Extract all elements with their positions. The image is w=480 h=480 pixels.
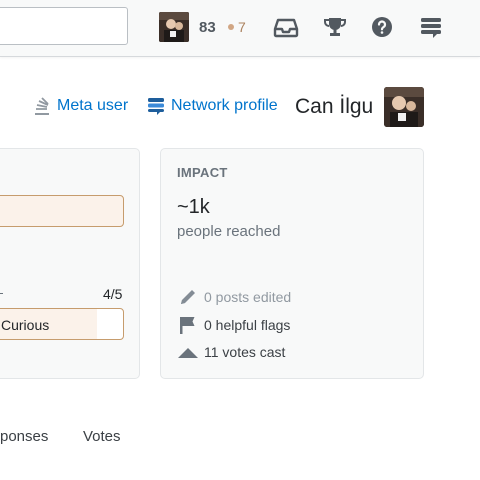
network-profile-label: Network profile [171,97,278,114]
bronze-badge-count: 7 [238,19,246,35]
bronze-badge-dot [228,24,234,30]
stat-text: 0 posts edited [204,289,292,305]
top-bar: 83 7 [0,0,480,57]
help-icon[interactable] [369,14,395,40]
badge-name: Curious [1,317,50,333]
meta-user-link[interactable]: Meta user [33,96,128,116]
stack-exchange-icon [148,98,164,115]
site-switcher-icon[interactable] [418,14,444,40]
stat-posts-edited: 0 posts edited [177,287,291,307]
stack-exchange-meta-icon [35,97,49,115]
achievements-icon[interactable] [322,14,348,40]
badge-progress-bar-top [0,195,124,227]
badge-progress-bar: Curious [0,308,124,340]
impact-heading: IMPACT [177,165,228,180]
stat-votes-cast: 11 votes cast [177,342,285,362]
inbox-icon[interactable] [273,14,299,40]
tab-votes[interactable]: Votes [83,428,121,445]
pencil-icon [177,287,199,307]
meta-user-label: Meta user [57,97,129,114]
badge-progress-card [0,148,140,379]
people-reached-count: ~1k [177,196,210,218]
stat-text: 0 helpful flags [204,317,291,333]
user-avatar-small[interactable] [159,12,189,42]
divider [0,293,3,294]
network-profile-link[interactable]: Network profile [147,96,278,116]
user-display-name: Can İlgu [295,95,374,118]
vote-arrow-icon [177,342,199,362]
user-avatar[interactable] [384,87,424,127]
people-reached-label: people reached [177,223,281,240]
stat-text: 11 votes cast [204,344,286,360]
search-input[interactable] [0,7,128,45]
badge-progress-fraction: 4/5 [103,286,123,302]
flag-icon [177,315,199,335]
stat-helpful-flags: 0 helpful flags [177,315,290,335]
tab-responses[interactable]: ponses [0,428,48,445]
reputation-count: 83 [199,19,216,36]
